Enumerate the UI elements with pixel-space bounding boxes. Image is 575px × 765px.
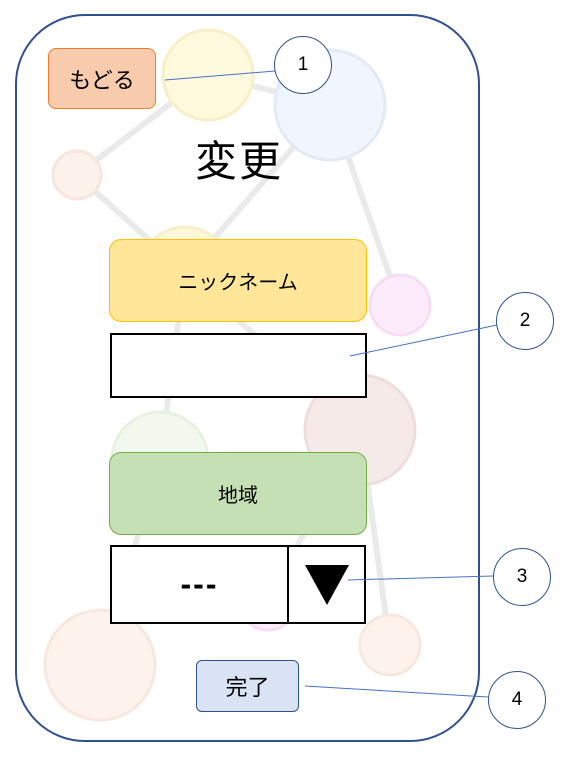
page-title: 変更 <box>194 137 283 186</box>
back-button[interactable]: もどる <box>48 48 156 109</box>
region-select-value: --- <box>112 547 289 622</box>
nickname-label: ニックネーム <box>109 239 367 322</box>
callout-2: 2 <box>496 292 554 350</box>
region-label: 地域 <box>109 452 367 535</box>
callout-1: 1 <box>274 36 332 94</box>
callout-4: 4 <box>488 671 546 729</box>
triangle-down-icon[interactable] <box>289 547 364 622</box>
region-select[interactable]: --- <box>110 545 366 624</box>
nickname-input[interactable] <box>110 333 367 398</box>
page: もどる 変更 ニックネーム 地域 --- 完了 1 2 3 4 <box>0 0 575 765</box>
callout-3: 3 <box>493 548 551 606</box>
done-button[interactable]: 完了 <box>196 660 299 712</box>
